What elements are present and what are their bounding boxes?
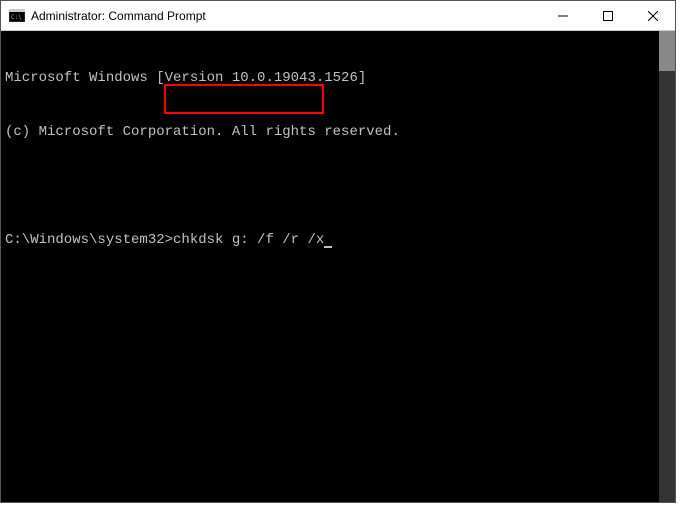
prompt-text: C:\Windows\system32> <box>5 232 173 248</box>
terminal-content[interactable]: Microsoft Windows [Version 10.0.19043.15… <box>1 31 659 502</box>
version-line: Microsoft Windows [Version 10.0.19043.15… <box>5 69 655 87</box>
copyright-line: (c) Microsoft Corporation. All rights re… <box>5 123 655 141</box>
command-prompt-window: C:\ Administrator: Command Prompt <box>0 0 676 503</box>
maximize-button[interactable] <box>585 1 630 30</box>
svg-text:C:\: C:\ <box>11 14 22 21</box>
window-title: Administrator: Command Prompt <box>31 9 540 23</box>
highlight-annotation <box>164 84 324 114</box>
terminal-body: Microsoft Windows [Version 10.0.19043.15… <box>1 31 675 502</box>
command-text: chkdsk g: /f /r /x <box>173 232 324 248</box>
window-controls <box>540 1 675 30</box>
scrollbar[interactable] <box>659 31 675 502</box>
close-button[interactable] <box>630 1 675 30</box>
cmd-icon: C:\ <box>9 9 25 23</box>
scrollbar-thumb[interactable] <box>659 31 675 71</box>
cursor <box>324 246 332 248</box>
minimize-button[interactable] <box>540 1 585 30</box>
blank-line <box>5 177 655 195</box>
title-bar[interactable]: C:\ Administrator: Command Prompt <box>1 1 675 31</box>
prompt-line: C:\Windows\system32>chkdsk g: /f /r /x <box>5 231 655 249</box>
